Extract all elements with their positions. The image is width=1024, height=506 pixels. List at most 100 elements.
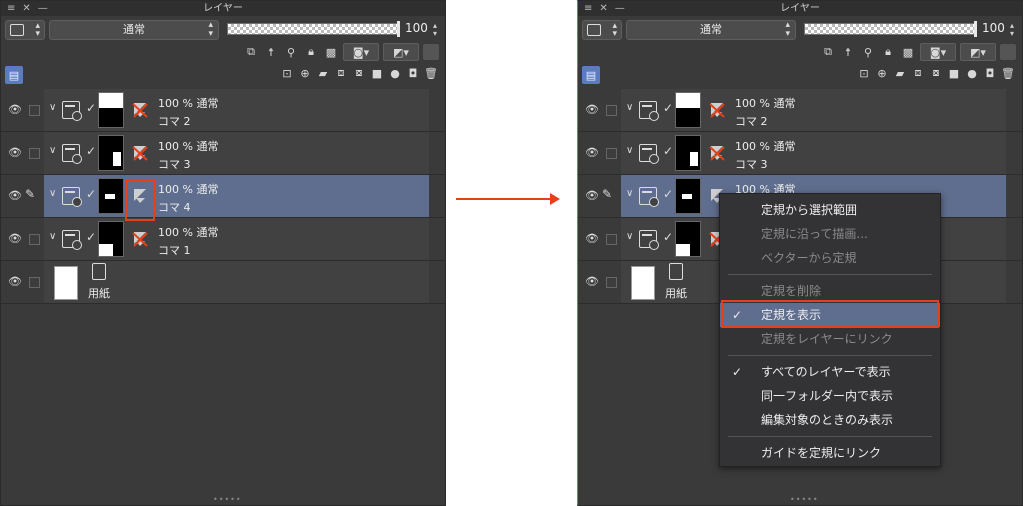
trash-icon[interactable]: 🗑︎ [1000, 65, 1016, 81]
check-icon[interactable]: ✓ [663, 144, 673, 158]
chevron-down-icon[interactable]: ∨ [49, 188, 56, 199]
eye-icon[interactable]: 👁︎ [584, 146, 600, 160]
opacity-slider[interactable] [227, 21, 400, 37]
mask-apply-icon[interactable]: ● [964, 65, 980, 81]
new-folder-icon[interactable]: ▰ [315, 65, 331, 81]
layer-select-checkbox[interactable] [606, 148, 617, 159]
chevron-down-icon[interactable]: ∨ [49, 231, 56, 242]
opacity-value[interactable]: 100 [405, 21, 428, 35]
layer-row[interactable]: 👁︎ ∨ ✓ 100 % 通常 コマ 2 [1, 89, 445, 132]
resize-grip[interactable]: ••••• [790, 495, 819, 504]
chevron-down-icon[interactable]: ∨ [626, 145, 633, 156]
layer-row[interactable]: 👁︎ ∨ ✓ 100 % 通常 コマ 1 [1, 218, 445, 261]
mask-add-icon[interactable]: ■ [946, 65, 962, 81]
lock-transparency-icon[interactable]: ▩ [323, 44, 339, 60]
trash-icon[interactable]: 🗑︎ [423, 65, 439, 81]
eye-icon[interactable]: 👁︎ [584, 275, 600, 289]
menu-item-show-same-folder[interactable]: 同一フォルダー内で表示 [720, 384, 940, 408]
eye-icon[interactable]: 👁︎ [584, 232, 600, 246]
clip-icon[interactable]: ⧉ [820, 44, 836, 60]
new-vector-layer-icon[interactable]: ⊕ [874, 65, 890, 81]
mask-apply-icon[interactable]: ● [387, 65, 403, 81]
menu-item-link-guide-to-ruler[interactable]: ガイドを定規にリンク [720, 441, 940, 465]
ruler-hidden-icon[interactable] [708, 101, 726, 119]
ruler-icon[interactable]: ◩▾ [960, 43, 996, 61]
layer-color-icon[interactable] [1000, 44, 1016, 60]
blend-mode-select[interactable]: 通常 ▴ ▾ [626, 20, 796, 40]
new-vector-layer-icon[interactable]: ⊕ [297, 65, 313, 81]
layer-select-checkbox[interactable] [606, 234, 617, 245]
mask-add-icon[interactable]: ■ [369, 65, 385, 81]
chevron-down-icon[interactable]: ∨ [49, 145, 56, 156]
eye-icon[interactable]: 👁︎ [7, 232, 23, 246]
paper-layer-row[interactable]: 👁︎ 用紙 [1, 261, 445, 304]
layer-select-checkbox[interactable] [606, 105, 617, 116]
check-icon[interactable]: ✓ [86, 230, 96, 244]
opacity-slider[interactable] [804, 21, 977, 37]
layer-row-selected[interactable]: 👁︎ ✎ ∨ ✓ 100 % 通常 コマ 4 [1, 175, 445, 218]
transfer-down-icon[interactable]: ⧈ [333, 65, 349, 81]
layer-color-icon[interactable] [423, 44, 439, 60]
layer-property-icon[interactable]: ▤ [582, 66, 600, 84]
ruler-hidden-icon[interactable] [131, 101, 149, 119]
draft-layer-icon[interactable]: ⚲ [283, 44, 299, 60]
layer-row[interactable]: 👁︎ ∨ ✓ 100 % 通常 コマ 3 [578, 132, 1022, 175]
expression-color-toggle[interactable]: ▴ ▾ [582, 20, 622, 40]
check-icon[interactable]: ✓ [663, 187, 673, 201]
menu-item-ruler-from-vector[interactable]: ベクターから定規 [720, 246, 940, 270]
lock-icon[interactable]: 🔒︎ [303, 44, 319, 60]
eye-icon[interactable]: 👁︎ [7, 189, 23, 203]
check-icon[interactable]: ✓ [86, 187, 96, 201]
ruler-hidden-icon[interactable] [131, 230, 149, 248]
eye-icon[interactable]: 👁︎ [584, 189, 600, 203]
new-raster-layer-icon[interactable]: ⊡ [279, 65, 295, 81]
resize-grip[interactable]: ••••• [213, 495, 242, 504]
menu-item-show-all-layers[interactable]: ✓ すべてのレイヤーで表示 [720, 360, 940, 384]
eye-icon[interactable]: 👁︎ [7, 275, 23, 289]
menu-item-draw-along-ruler[interactable]: 定規に沿って描画... [720, 222, 940, 246]
new-raster-layer-icon[interactable]: ⊡ [856, 65, 872, 81]
slider-knob[interactable] [974, 21, 977, 37]
check-icon[interactable]: ✓ [86, 101, 96, 115]
opacity-value[interactable]: 100 [982, 21, 1005, 35]
mask-delete-icon[interactable]: ◘ [405, 65, 421, 81]
mask-icon[interactable]: ◙▾ [343, 43, 379, 61]
layer-select-checkbox[interactable] [29, 234, 40, 245]
reference-layer-icon[interactable]: ☨ [840, 44, 856, 60]
ruler-hidden-icon[interactable] [708, 144, 726, 162]
menu-item-selection-from-ruler[interactable]: 定規から選択範囲 [720, 198, 940, 222]
menu-item-show-only-editing[interactable]: 編集対象のときのみ表示 [720, 408, 940, 432]
lock-transparency-icon[interactable]: ▩ [900, 44, 916, 60]
layer-row[interactable]: 👁︎ ∨ ✓ 100 % 通常 コマ 3 [1, 132, 445, 175]
layer-row[interactable]: 👁︎ ∨ ✓ 100 % 通常 コマ 2 [578, 89, 1022, 132]
ruler-hidden-icon[interactable] [131, 144, 149, 162]
eye-icon[interactable]: 👁︎ [584, 103, 600, 117]
transfer-down-icon[interactable]: ⧈ [910, 65, 926, 81]
opacity-spinner[interactable]: ▴ ▾ [1010, 22, 1014, 38]
slider-knob[interactable] [397, 21, 400, 37]
blend-mode-select[interactable]: 通常 ▴ ▾ [49, 20, 219, 40]
layer-select-checkbox[interactable] [606, 277, 617, 288]
new-folder-icon[interactable]: ▰ [892, 65, 908, 81]
chevron-down-icon[interactable]: ∨ [49, 102, 56, 113]
layer-property-icon[interactable]: ▤ [5, 66, 23, 84]
chevron-down-icon[interactable]: ∨ [626, 231, 633, 242]
layer-select-checkbox[interactable] [29, 105, 40, 116]
eye-icon[interactable]: 👁︎ [7, 103, 23, 117]
layer-select-checkbox[interactable] [29, 277, 40, 288]
layer-select-checkbox[interactable] [29, 148, 40, 159]
mask-delete-icon[interactable]: ◘ [982, 65, 998, 81]
check-icon[interactable]: ✓ [86, 144, 96, 158]
merge-down-icon[interactable]: ⧇ [351, 65, 367, 81]
expression-color-toggle[interactable]: ▴ ▾ [5, 20, 45, 40]
opacity-spinner[interactable]: ▴ ▾ [433, 22, 437, 38]
menu-item-link-ruler-to-layer[interactable]: 定規をレイヤーにリンク [720, 327, 940, 351]
chevron-down-icon[interactable]: ∨ [626, 102, 633, 113]
draft-layer-icon[interactable]: ⚲ [860, 44, 876, 60]
ruler-icon[interactable]: ◩▾ [383, 43, 419, 61]
reference-layer-icon[interactable]: ☨ [263, 44, 279, 60]
clip-icon[interactable]: ⧉ [243, 44, 259, 60]
eye-icon[interactable]: 👁︎ [7, 146, 23, 160]
check-icon[interactable]: ✓ [663, 230, 673, 244]
mask-icon[interactable]: ◙▾ [920, 43, 956, 61]
